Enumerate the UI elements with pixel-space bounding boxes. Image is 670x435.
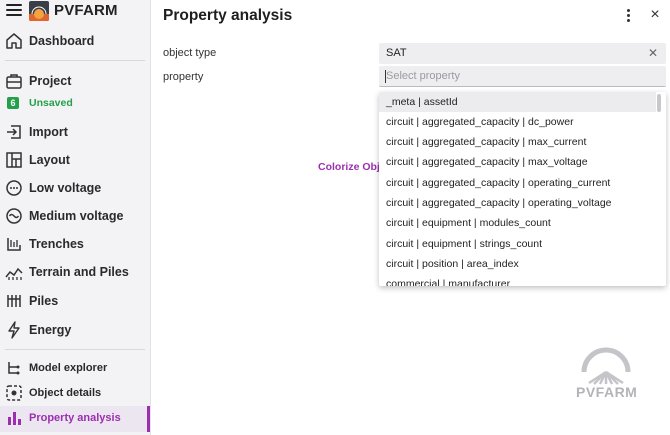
- trenches-icon: [7, 238, 21, 251]
- dropdown-scrollbar[interactable]: [657, 94, 661, 112]
- sidebar-item-project[interactable]: Project: [0, 69, 150, 93]
- dropdown-option[interactable]: commercial | manufacturer: [379, 274, 656, 286]
- sidebar-item-label: Property analysis: [29, 412, 121, 424]
- sidebar-item-terrain-and-piles[interactable]: Terrain and Piles: [0, 260, 150, 284]
- import-icon: [7, 125, 21, 139]
- clear-icon[interactable]: ✕: [648, 46, 658, 60]
- sidebar-item-label: Terrain and Piles: [29, 265, 129, 279]
- colorize-objects-button[interactable]: Colorize Obje: [318, 161, 386, 173]
- sidebar-item-label: Energy: [29, 323, 72, 337]
- sidebar-item-label: Dashboard: [29, 34, 95, 48]
- dropdown-option[interactable]: circuit | aggregated_capacity | max_curr…: [379, 132, 656, 152]
- sidebar-item-object-details[interactable]: Object details: [0, 381, 150, 405]
- sidebar-item-medium-voltage[interactable]: Medium voltage: [0, 204, 150, 228]
- property-dropdown: _meta | assetId circuit | aggregated_cap…: [379, 92, 666, 286]
- sidebar-item-label: Object details: [29, 387, 102, 399]
- home-icon: [6, 33, 22, 49]
- low-voltage-icon: [6, 180, 22, 196]
- sidebar-item-layout[interactable]: Layout: [0, 148, 150, 172]
- dropdown-option[interactable]: circuit | position | area_index: [379, 254, 656, 274]
- project-status-badge: 6: [7, 97, 19, 109]
- property-label: property: [163, 71, 204, 83]
- dropdown-option[interactable]: circuit | equipment | modules_count: [379, 213, 656, 233]
- dropdown-option[interactable]: circuit | aggregated_capacity | dc_power: [379, 112, 656, 132]
- property-placeholder: Select property: [386, 70, 460, 82]
- tree-icon: [8, 362, 20, 375]
- sidebar-item-label: Piles: [29, 294, 59, 308]
- project-status-text: Unsaved: [29, 97, 73, 109]
- sidebar-item-label: Import: [29, 125, 68, 139]
- object-type-label: object type: [163, 47, 217, 59]
- sidebar-item-energy[interactable]: Energy: [0, 318, 150, 342]
- dropdown-option[interactable]: circuit | equipment | strings_count: [379, 234, 656, 254]
- sidebar-item-import[interactable]: Import: [0, 120, 150, 144]
- sidebar-item-model-explorer[interactable]: Model explorer: [0, 356, 150, 380]
- lightning-icon: [8, 321, 20, 339]
- property-input[interactable]: Select property: [379, 66, 666, 87]
- app-logo-icon: [29, 1, 49, 21]
- sidebar-item-trenches[interactable]: Trenches: [0, 232, 150, 256]
- layout-icon: [6, 152, 22, 168]
- sidebar-item-dashboard[interactable]: Dashboard: [0, 29, 150, 53]
- sidebar-item-label: Low voltage: [29, 181, 102, 195]
- sidebar-header: PVFARM: [0, 0, 151, 24]
- page-title: Property analysis: [163, 7, 293, 24]
- sidebar-item-low-voltage[interactable]: Low voltage: [0, 176, 150, 200]
- terrain-icon: [5, 267, 23, 280]
- sidebar: PVFARM Dashboard Project 6 Unsaved Impor…: [0, 0, 151, 435]
- more-options-icon[interactable]: [624, 9, 632, 25]
- divider: [5, 349, 145, 350]
- sidebar-item-label: Layout: [29, 153, 70, 167]
- piles-icon: [7, 295, 21, 307]
- sidebar-item-label: Project: [29, 74, 72, 88]
- sidebar-item-property-analysis[interactable]: Property analysis: [0, 406, 150, 432]
- close-icon[interactable]: ×: [648, 7, 662, 23]
- bar-chart-icon: [8, 412, 21, 425]
- main-panel: Property analysis × object type SAT ✕ pr…: [151, 0, 670, 435]
- dropdown-option[interactable]: _meta | assetId: [379, 92, 656, 112]
- dropdown-option[interactable]: circuit | aggregated_capacity | operatin…: [379, 173, 656, 193]
- sidebar-item-label: Trenches: [29, 237, 84, 251]
- object-details-icon: [6, 385, 22, 401]
- briefcase-icon: [6, 74, 22, 89]
- dropdown-option[interactable]: circuit | aggregated_capacity | max_volt…: [379, 152, 656, 172]
- watermark-text: PVFARM: [576, 384, 638, 400]
- menu-icon[interactable]: [6, 4, 22, 18]
- sidebar-item-label: Medium voltage: [29, 209, 124, 223]
- medium-voltage-icon: [6, 208, 22, 224]
- app-name: PVFARM: [54, 2, 118, 19]
- dropdown-option[interactable]: circuit | aggregated_capacity | operatin…: [379, 193, 656, 213]
- object-type-value: SAT: [386, 47, 407, 59]
- sidebar-item-label: Model explorer: [29, 362, 108, 374]
- sidebar-item-piles[interactable]: Piles: [0, 289, 150, 313]
- object-type-select[interactable]: SAT ✕: [379, 43, 666, 64]
- divider: [5, 60, 145, 61]
